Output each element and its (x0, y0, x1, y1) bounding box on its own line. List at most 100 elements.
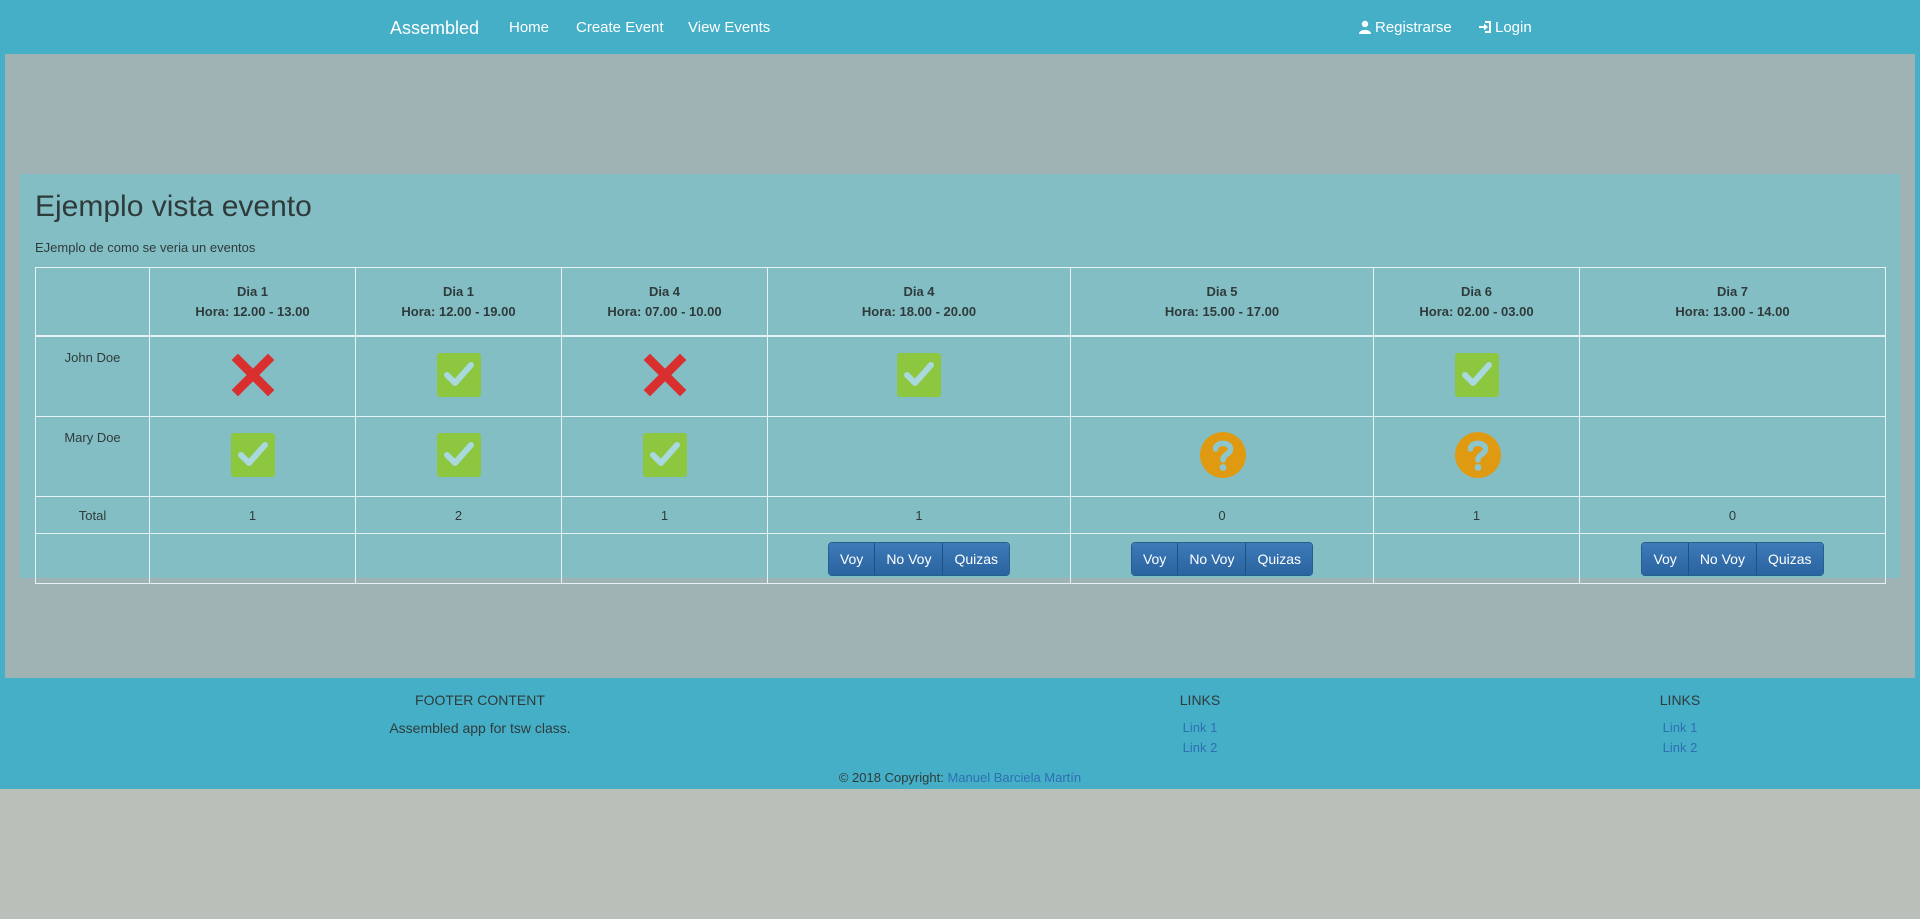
slot-header: Dia 4 Hora: 07.00 - 10.00 (561, 267, 768, 337)
availability-cell (149, 335, 356, 417)
author-link[interactable]: Manuel Barciela Martín (947, 770, 1081, 785)
footer-content-text: Assembled app for tsw class. (389, 720, 571, 736)
footer: FOOTER CONTENT Assembled app for tsw cla… (0, 678, 1920, 789)
slot-time: Hora: 13.00 - 14.00 (1675, 303, 1790, 319)
total-row: Total 1 2 1 1 0 1 0 (35, 496, 1886, 534)
footer-links-heading: LINKS (1179, 692, 1221, 708)
footer-links-heading: LINKS (1659, 692, 1701, 708)
footer-content-heading: FOOTER CONTENT (415, 692, 545, 708)
slot-header: Dia 5 Hora: 15.00 - 17.00 (1070, 267, 1374, 337)
actions-cell: Voy No Voy Quizas (767, 533, 1071, 584)
availability-cell (1373, 416, 1580, 497)
header-row: Dia 1 Hora: 12.00 - 13.00 Dia 1 Hora: 12.0… (35, 267, 1886, 337)
slot-time: Hora: 12.00 - 13.00 (195, 303, 310, 319)
voy-button[interactable]: Voy (828, 542, 876, 575)
person-name: John Doe (35, 335, 150, 417)
total-count: 1 (1373, 496, 1580, 534)
page-subtitle: EJemplo de como se veria un eventos (35, 240, 256, 255)
availability-cell (1373, 335, 1580, 417)
availability-cell (1070, 335, 1374, 417)
register-link[interactable]: Registrarse (1358, 0, 1452, 54)
person-row: John Doe (35, 335, 1886, 417)
total-count: 1 (767, 496, 1071, 534)
footer-link-1[interactable]: Link 1 (1580, 718, 1780, 738)
actions-cell (149, 533, 356, 584)
user-icon (1359, 20, 1371, 34)
voy-button[interactable]: Voy (1131, 542, 1179, 575)
actions-cell: Voy No Voy Quizas (1579, 533, 1886, 584)
availability-cell (767, 335, 1071, 417)
nav-home-link[interactable]: Home (509, 0, 549, 54)
check-icon (230, 432, 276, 478)
footer-link-2[interactable]: Link 2 (1580, 738, 1780, 758)
no-voy-button[interactable]: No Voy (875, 542, 944, 575)
actions-cell (1373, 533, 1580, 584)
quizas-button[interactable]: Quizas (1246, 542, 1313, 575)
event-table: Dia 1 Hora: 12.00 - 13.00 Dia 1 Hora: 12.0… (35, 267, 1886, 584)
vote-button-group: Voy No Voy Quizas (1130, 541, 1314, 576)
availability-cell (1070, 416, 1374, 497)
slot-day: Dia 5 (1206, 283, 1238, 299)
footer-content-col: FOOTER CONTENT Assembled app for tsw cla… (330, 678, 630, 736)
vote-button-group: Voy No Voy Quizas (827, 541, 1011, 576)
availability-cell (1579, 416, 1886, 497)
quizas-button[interactable]: Quizas (1756, 542, 1823, 575)
availability-cell (561, 335, 768, 417)
nav-create-event-link[interactable]: Create Event (576, 0, 664, 54)
check-icon (436, 352, 482, 398)
footer-links-col-1: LINKS Link 1 Link 2 (1100, 678, 1300, 758)
slot-day: Dia 4 (903, 283, 935, 299)
slot-time: Hora: 15.00 - 17.00 (1164, 303, 1280, 319)
no-voy-button[interactable]: No Voy (1688, 542, 1757, 575)
check-icon (436, 432, 482, 478)
check-icon (642, 432, 688, 478)
login-link[interactable]: Login (1478, 0, 1532, 54)
total-count: 0 (1070, 496, 1374, 534)
slot-header: Dia 1 Hora: 12.00 - 19.00 (355, 267, 562, 337)
brand-link[interactable]: Assembled (390, 0, 479, 54)
login-icon (1479, 21, 1491, 33)
slot-day: Dia 4 (648, 283, 681, 299)
footer-links-col-2: LINKS Link 1 Link 2 (1580, 678, 1780, 758)
vote-button-group: Voy No Voy Quizas (1641, 541, 1824, 576)
availability-cell (561, 416, 768, 497)
slot-header: Dia 6 Hora: 02.00 - 03.00 (1373, 267, 1580, 337)
login-label: Login (1495, 19, 1532, 36)
availability-cell (355, 416, 562, 497)
total-count: 1 (561, 496, 768, 534)
slot-day: Dia 1 (236, 283, 269, 299)
register-label: Registrarse (1375, 19, 1452, 36)
cross-icon (230, 352, 276, 398)
quizas-button[interactable]: Quizas (943, 542, 1010, 575)
actions-cell (355, 533, 562, 584)
availability-cell (1579, 335, 1886, 417)
no-voy-button[interactable]: No Voy (1178, 542, 1247, 575)
footer-link-2[interactable]: Link 2 (1100, 738, 1300, 758)
slot-header: Dia 7 Hora: 13.00 - 14.00 (1579, 267, 1886, 337)
slot-time: Hora: 12.00 - 19.00 (401, 303, 516, 319)
slot-time: Hora: 02.00 - 03.00 (1419, 303, 1534, 319)
total-count: 1 (149, 496, 356, 534)
page-title: Ejemplo vista evento (35, 190, 312, 223)
slot-day: Dia 1 (442, 283, 475, 299)
nav-view-events-link[interactable]: View Events (688, 0, 770, 54)
total-label: Total (35, 496, 150, 534)
check-icon (896, 352, 942, 398)
copyright: © 2018 Copyright: Manuel Barciela Martín (0, 770, 1920, 785)
slot-header: Dia 1 Hora: 12.00 - 13.00 (149, 267, 356, 337)
slot-header: Dia 4 Hora: 18.00 - 20.00 (767, 267, 1071, 337)
availability-cell (149, 416, 356, 497)
slot-time: Hora: 18.00 - 20.00 (861, 303, 977, 319)
right-edge (1915, 54, 1920, 678)
check-icon (1454, 352, 1500, 398)
question-icon (1454, 431, 1501, 478)
actions-label-cell (35, 533, 150, 584)
actions-cell (561, 533, 768, 584)
voy-button[interactable]: Voy (1642, 542, 1689, 575)
slot-day: Dia 6 (1460, 283, 1493, 299)
top-navbar: Assembled Home Create Event View Events … (0, 0, 1920, 54)
availability-cell (355, 335, 562, 417)
total-count: 2 (355, 496, 562, 534)
footer-link-1[interactable]: Link 1 (1100, 718, 1300, 738)
corner-cell (35, 267, 150, 337)
